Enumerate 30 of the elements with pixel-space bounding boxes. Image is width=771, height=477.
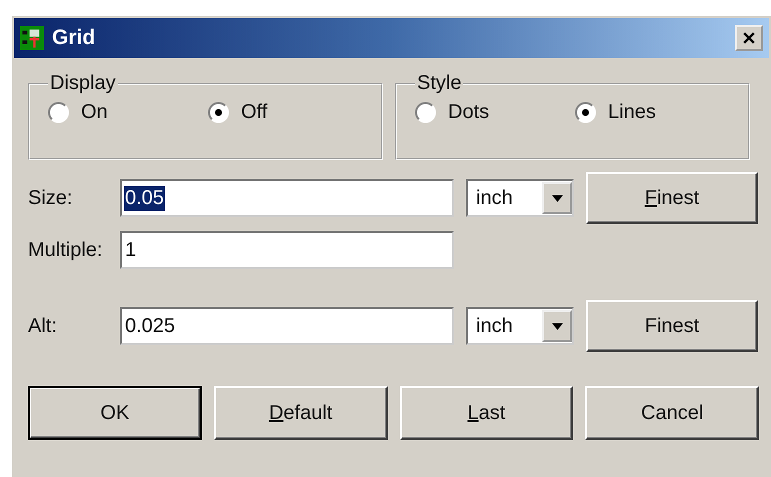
group-title: Style [416,72,462,95]
window-title: Grid [52,26,96,50]
dialog-button[interactable]: Last [400,386,574,440]
radio-button[interactable] [575,102,596,123]
caret-icon [552,322,562,330]
radio-button[interactable] [415,102,436,123]
input-field[interactable]: 0.05 [120,179,454,217]
field-label: Size: [28,186,74,210]
close-button[interactable] [735,25,763,51]
radio-label[interactable]: Lines [608,101,656,124]
finest-button[interactable]: Finest [586,300,758,352]
finest-button[interactable]: Finest [586,172,758,224]
close-icon [743,32,755,44]
input-field[interactable]: 1 [120,231,454,269]
radio-label[interactable]: Off [241,101,268,124]
dialog-button[interactable]: Cancel [585,386,760,440]
radio-button[interactable] [208,102,229,123]
field-label: Alt: [28,314,58,338]
radio-label[interactable]: Dots [448,101,490,124]
field-label: Multiple: [28,238,104,262]
radio-label[interactable]: On [81,101,108,124]
dialog-button[interactable]: Default [214,386,388,440]
caret-icon [552,194,562,202]
radio-button[interactable] [48,102,69,123]
grid-icon [20,26,44,50]
dialog-button[interactable]: OK [28,386,202,440]
unit-dropdown[interactable]: inch [466,307,574,345]
group-title: Display [49,72,117,95]
unit-dropdown[interactable]: inch [466,179,574,217]
input-field[interactable]: 0.025 [120,307,454,345]
